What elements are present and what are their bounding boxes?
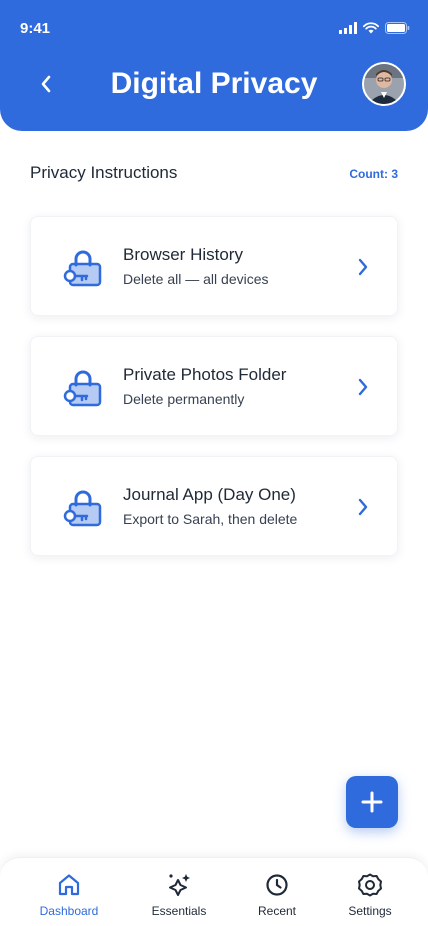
back-button[interactable] (28, 66, 64, 102)
avatar[interactable] (362, 62, 406, 106)
item-description: Delete permanently (123, 391, 245, 407)
item-name: Journal App (Day One) (123, 485, 296, 504)
chevron-left-icon (41, 75, 51, 93)
nav-item-recent[interactable]: Recent (232, 872, 322, 922)
item-name: Private Photos Folder (123, 365, 287, 384)
plus-icon (361, 791, 383, 813)
user-avatar-icon (364, 64, 404, 104)
nav-item-settings[interactable]: Settings (325, 872, 415, 922)
nav-label: Dashboard (39, 904, 99, 918)
list-item[interactable]: Journal App (Day One) Export to Sarah, t… (30, 456, 398, 556)
item-count: Count: 3 (349, 167, 398, 181)
nav-item-essentials[interactable]: Essentials (134, 872, 224, 922)
item-name: Browser History (123, 245, 243, 264)
header: 9:41 Digital Privacy (0, 0, 428, 131)
chevron-right-icon (358, 258, 368, 276)
status-bar: 9:41 (0, 0, 428, 56)
list-item[interactable]: Private Photos Folder Delete permanently (30, 336, 398, 436)
gear-icon (358, 873, 382, 897)
chevron-right-icon (358, 378, 368, 396)
nav-label: Essentials (151, 904, 207, 918)
nav-label: Recent (257, 904, 297, 918)
section-title: Privacy Instructions (30, 163, 178, 182)
clock-icon (266, 874, 288, 896)
lock-key-icon (63, 490, 102, 527)
add-button[interactable] (346, 776, 398, 828)
item-description: Export to Sarah, then delete (123, 511, 298, 527)
lock-key-icon (63, 250, 102, 287)
signal-icon (339, 22, 357, 34)
nav-label: Settings (348, 904, 392, 918)
page-title: Digital Privacy (110, 67, 318, 100)
item-description: Delete all — all devices (123, 271, 269, 287)
status-icons (339, 21, 410, 35)
battery-icon (385, 22, 410, 34)
wifi-icon (363, 22, 379, 34)
list-item[interactable]: Browser History Delete all — all devices (30, 216, 398, 316)
status-time: 9:41 (20, 20, 51, 37)
home-icon (58, 874, 80, 896)
nav-item-dashboard[interactable]: Dashboard (24, 872, 114, 922)
chevron-right-icon (358, 498, 368, 516)
lock-key-icon (63, 370, 102, 407)
sparkle-icon (169, 874, 190, 896)
bottom-nav: Dashboard Essentials Recent Settings (0, 857, 428, 926)
